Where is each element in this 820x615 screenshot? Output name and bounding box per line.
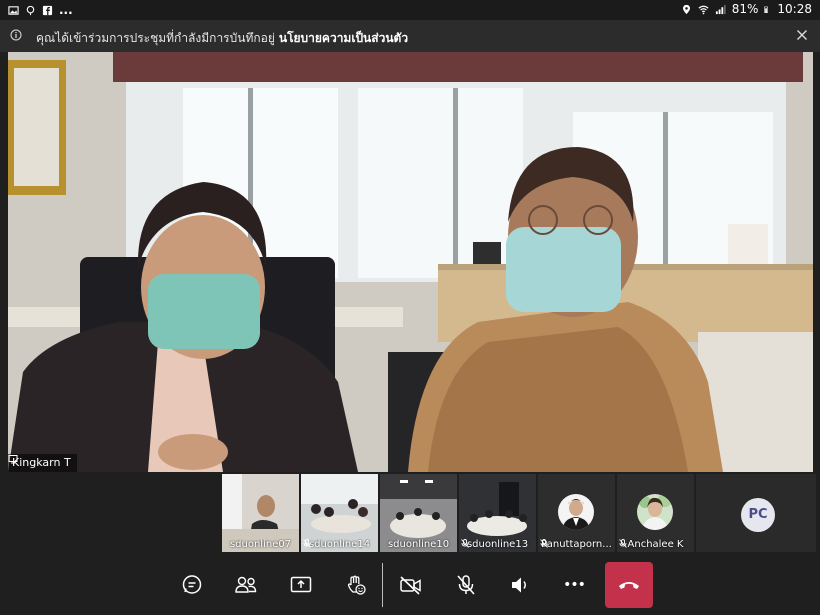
battery-percentage: 81%: [731, 2, 759, 16]
wifi-icon: [698, 5, 709, 14]
participant-name: Panuttaporn...: [541, 539, 612, 550]
participant-initials: PC: [741, 498, 775, 532]
participant-name-tag: Kingkarn T: [8, 454, 77, 472]
overflow-participant-tile[interactable]: PC: [696, 474, 816, 552]
participant-name: Anchalee K: [627, 539, 684, 550]
chat-icon: [182, 575, 202, 594]
participant-label: sduonline14: [301, 539, 378, 550]
speaker-button[interactable]: [505, 570, 535, 600]
more-options-button[interactable]: •••: [559, 570, 589, 600]
status-bar-right: 81% 10:28: [681, 2, 812, 16]
clock: 10:28: [777, 2, 812, 16]
participant-tile[interactable]: Anchalee K: [617, 474, 694, 552]
raise-hand-icon: [347, 575, 366, 595]
main-video-feed[interactable]: Kingkarn T: [8, 52, 813, 472]
participant-tile[interactable]: Panuttaporn...: [538, 474, 615, 552]
speaker-icon: [512, 577, 526, 593]
camera-off-icon: [400, 576, 421, 595]
participant-tile[interactable]: sduonline07: [222, 474, 299, 552]
share-screen-button[interactable]: [286, 570, 316, 600]
status-bar: ... 81% 10:28: [0, 0, 820, 20]
location-pin-icon: [26, 5, 35, 15]
camera-toggle-button[interactable]: [396, 570, 426, 600]
microphone-toggle-button[interactable]: [451, 570, 481, 600]
video-scene: [8, 52, 813, 472]
participant-name: sduonline14: [308, 539, 371, 550]
recording-banner: คุณได้เข้าร่วมการประชุมที่กำลังมีการบันท…: [0, 20, 820, 52]
mic-muted-icon: [619, 539, 627, 548]
participants-icon: [235, 576, 257, 593]
more-icon: •••: [563, 577, 586, 593]
avatar-photo: [637, 494, 673, 530]
participant-name: sduonline10: [387, 539, 450, 550]
participant-strip: sduonline07 sduonline14 sduonline10 sduo…: [222, 474, 816, 552]
avatar-photo: [558, 494, 594, 530]
participant-name: Kingkarn T: [12, 456, 71, 469]
participant-name: sduonline07: [229, 539, 292, 550]
chat-button[interactable]: [177, 570, 207, 600]
banner-message: คุณได้เข้าร่วมการประชุมที่กำลังมีการบันท…: [36, 31, 275, 45]
status-bar-left: ...: [8, 3, 73, 17]
participant-label: sduonline13: [459, 539, 536, 550]
call-controls-toolbar: •••: [0, 555, 820, 615]
facebook-icon: [42, 5, 53, 15]
avatar: [558, 494, 594, 530]
participant-label: Panuttaporn...: [538, 539, 615, 550]
hang-up-icon: [619, 582, 639, 589]
participant-tile[interactable]: sduonline13: [459, 474, 536, 552]
mic-muted-icon: [540, 539, 548, 548]
participant-label: sduonline10: [380, 539, 457, 550]
info-icon: [10, 29, 22, 41]
participant-name: sduonline13: [466, 539, 529, 550]
mic-muted-icon: [303, 539, 311, 548]
battery-icon: [764, 6, 769, 13]
gallery-icon: [8, 5, 19, 15]
share-screen-icon: [290, 576, 312, 593]
avatar: [637, 494, 673, 530]
participants-button[interactable]: [231, 570, 261, 600]
banner-text: คุณได้เข้าร่วมการประชุมที่กำลังมีการบันท…: [36, 29, 408, 48]
location-icon: [682, 4, 690, 14]
participant-label: Anchalee K: [617, 539, 694, 550]
participant-tile[interactable]: sduonline10: [380, 474, 457, 552]
signal-icon: [715, 4, 726, 14]
participant-label: sduonline07: [222, 539, 299, 550]
status-bar-more: ...: [59, 3, 73, 17]
mic-muted-icon: [461, 539, 469, 548]
close-icon[interactable]: [796, 29, 808, 41]
hang-up-button[interactable]: [605, 562, 653, 608]
participant-tile[interactable]: sduonline14: [301, 474, 378, 552]
screen-share-indicator-icon: [8, 455, 18, 464]
toolbar-divider: [382, 563, 383, 607]
raise-hand-button[interactable]: [341, 570, 371, 600]
mic-off-icon: [457, 575, 475, 595]
privacy-policy-link[interactable]: นโยบายความเป็นส่วนตัว: [279, 31, 408, 45]
